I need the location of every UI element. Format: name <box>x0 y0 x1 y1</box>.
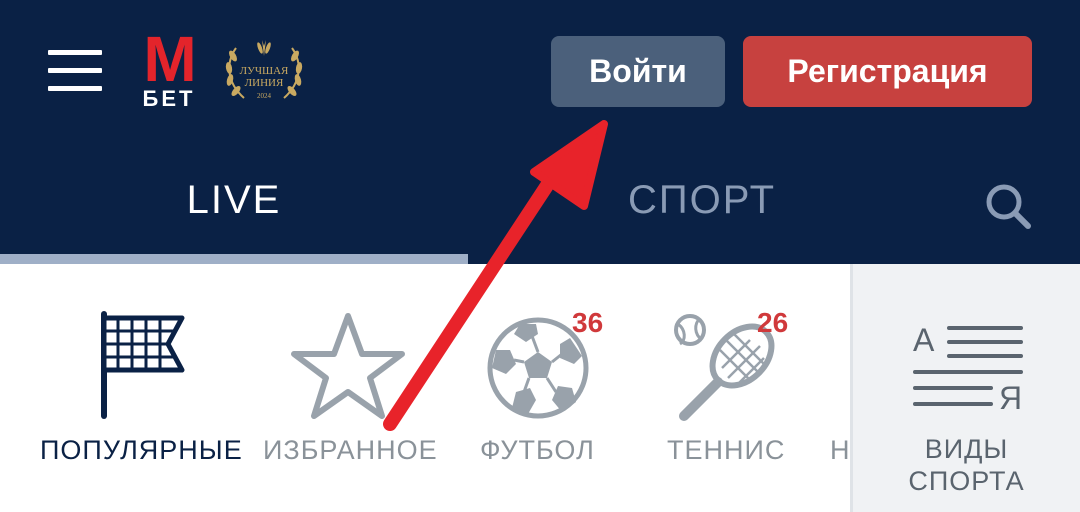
letter-ya-glyph: Я <box>999 380 1023 416</box>
search-icon <box>986 184 1031 229</box>
category-tennis-label: ТЕННИС <box>667 435 786 465</box>
tab-live[interactable]: LIVE <box>0 172 468 228</box>
category-popular-label: ПОПУЛЯРНЫЕ <box>40 435 243 465</box>
logo-word: БЕТ <box>142 86 196 111</box>
award-subtitle: ЛИНИЯ <box>244 77 284 89</box>
sports-types-button[interactable]: А Я ВИДЫ СПОРТА <box>850 264 1080 512</box>
menu-line <box>48 68 102 73</box>
category-partial-label: Н <box>830 435 851 465</box>
letter-a-glyph: А <box>913 322 935 358</box>
register-button[interactable]: Регистрация <box>743 36 1032 107</box>
tab-sport[interactable]: СПОРТ <box>468 172 936 228</box>
brand-logo[interactable]: M БЕТ <box>138 23 200 111</box>
category-football-label: ФУТБОЛ <box>480 435 595 465</box>
menu-line <box>48 50 102 55</box>
menu-line <box>48 86 102 91</box>
tennis-event-count-badge: 26 <box>757 307 789 338</box>
active-tab-indicator <box>0 254 468 264</box>
hamburger-menu-button[interactable] <box>40 44 108 100</box>
star-icon <box>291 313 405 419</box>
award-year: 2024 <box>257 92 271 100</box>
award-badge: ЛУЧШАЯ ЛИНИЯ 2024 <box>222 36 306 104</box>
sports-types-label-line1: ВИДЫ <box>924 434 1009 464</box>
login-button[interactable]: Войти <box>551 36 725 107</box>
logo-letter: M <box>143 23 196 95</box>
flag-icon <box>101 311 185 419</box>
award-title: ЛУЧШАЯ <box>239 65 289 77</box>
sports-types-label-line2: СПОРТА <box>908 466 1025 496</box>
search-button[interactable] <box>980 178 1036 234</box>
football-event-count-badge: 36 <box>572 307 604 338</box>
category-favorites-label: ИЗБРАННОЕ <box>263 435 438 465</box>
app-header: M БЕТ ЛУЧШАЯ ЛИНИЯ 2024 Войти Регистраци… <box>0 0 1080 264</box>
